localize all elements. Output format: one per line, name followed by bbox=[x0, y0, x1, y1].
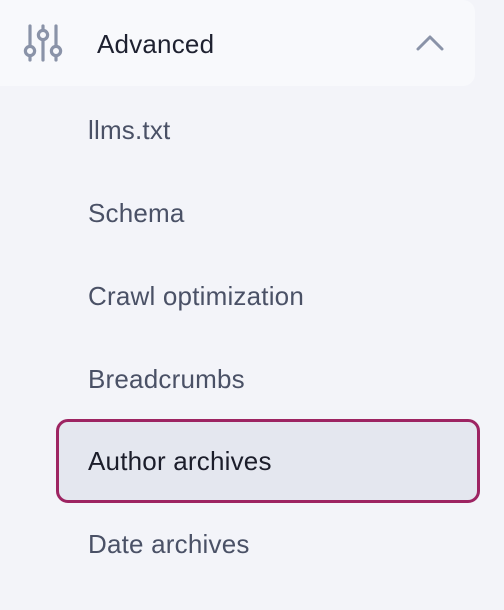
menu-item-schema[interactable]: Schema bbox=[56, 171, 480, 255]
chevron-up-icon[interactable] bbox=[414, 31, 446, 53]
menu-item-date-archives[interactable]: Date archives bbox=[56, 502, 480, 586]
menu-item-crawl-optimization[interactable]: Crawl optimization bbox=[56, 254, 480, 338]
section-title: Advanced bbox=[97, 29, 215, 59]
menu-item-llms-txt[interactable]: llms.txt bbox=[56, 88, 480, 172]
menu-item-author-archives[interactable]: Author archives bbox=[56, 419, 480, 503]
menu-item-breadcrumbs[interactable]: Breadcrumbs bbox=[56, 337, 480, 421]
advanced-section-header[interactable]: Advanced bbox=[0, 0, 475, 86]
sliders-icon bbox=[23, 24, 63, 62]
